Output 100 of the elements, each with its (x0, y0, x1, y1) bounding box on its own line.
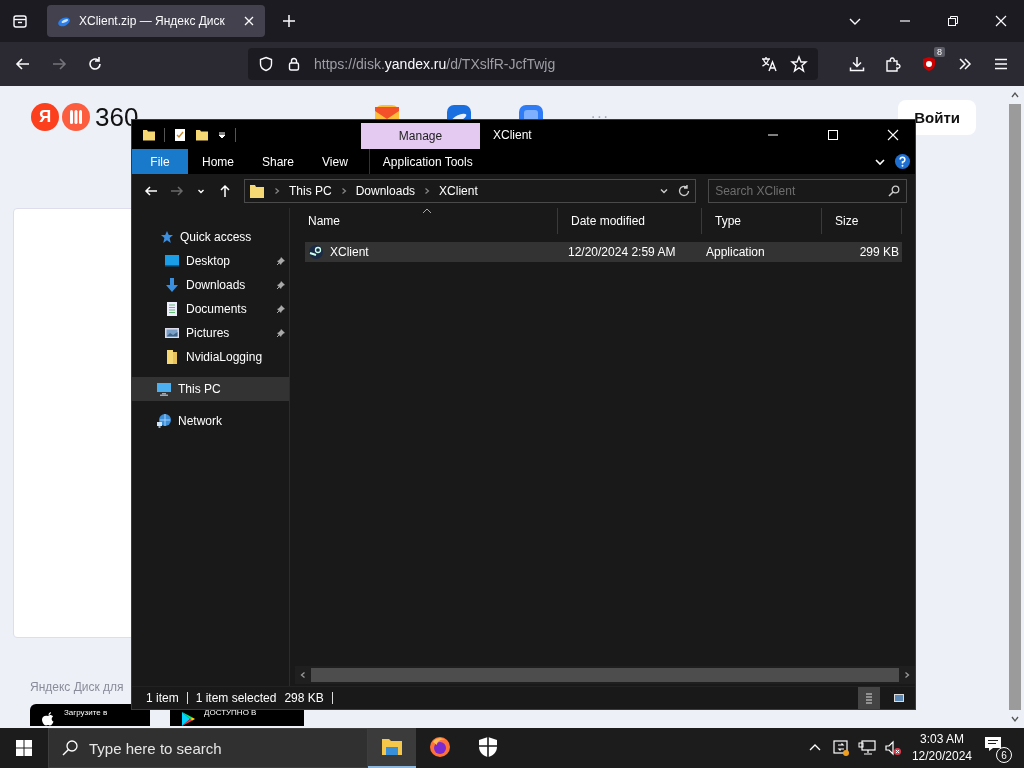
item-count: 1 item (146, 691, 179, 705)
tab-list-icon[interactable] (12, 13, 28, 29)
context-tab[interactable]: Manage (361, 123, 480, 149)
scroll-down-icon[interactable] (1010, 714, 1020, 724)
selection-size: 298 KB (284, 691, 324, 705)
restore-icon[interactable] (947, 15, 959, 27)
nav-item[interactable]: Documents (132, 297, 289, 321)
nav-item[interactable]: Quick access (132, 225, 289, 249)
download-icon (164, 277, 180, 293)
shield-extension-icon[interactable] (920, 55, 938, 73)
nav-item[interactable]: Pictures (132, 321, 289, 345)
desktop-icon (164, 253, 180, 269)
ribbon-tab[interactable]: Share (248, 149, 309, 174)
customize-icon[interactable] (217, 129, 227, 140)
back-icon[interactable] (144, 184, 158, 198)
search-icon (61, 739, 79, 757)
picture-icon (164, 325, 180, 341)
logo-icon[interactable] (62, 103, 90, 131)
close-icon[interactable] (887, 128, 899, 141)
network-icon (156, 413, 172, 429)
details-view-icon (863, 692, 875, 704)
window-title: XClient (493, 127, 532, 142)
footer-text: Яндекс Диск для (30, 680, 125, 694)
up-icon[interactable] (218, 184, 232, 198)
close-icon[interactable] (995, 15, 1007, 27)
document-icon (164, 301, 180, 317)
nav-item[interactable]: Downloads (132, 273, 289, 297)
scroll-right-icon[interactable] (903, 671, 911, 679)
disk-favicon-icon (57, 14, 71, 28)
folder-icon (249, 183, 265, 199)
help-icon[interactable] (894, 153, 911, 170)
chevron-right-icon[interactable] (339, 187, 348, 195)
large-icons-view-icon (893, 692, 905, 704)
breadcrumb-item[interactable]: XClient (439, 184, 478, 198)
ribbon-tab[interactable]: View (308, 149, 362, 174)
folder-icon[interactable] (142, 127, 156, 142)
taskbar-app[interactable] (368, 728, 416, 768)
folder-icon (164, 349, 180, 365)
forward-icon[interactable] (170, 184, 184, 198)
browser-tab[interactable]: XClient.zip — Яндекс Диск (47, 5, 265, 37)
column-header[interactable]: Name (295, 208, 558, 234)
start-icon[interactable] (16, 740, 32, 756)
breadcrumb-item[interactable]: This PC (289, 184, 332, 198)
extension-badge: 8 (934, 47, 945, 57)
column-header[interactable]: Size (822, 208, 902, 234)
ribbon-tab[interactable]: Home (188, 149, 248, 174)
file-date: 12/20/2024 2:59 AM (567, 245, 677, 259)
lock-icon[interactable] (286, 56, 302, 72)
dropdown-icon[interactable] (659, 186, 670, 196)
breadcrumb-item[interactable]: Downloads (355, 184, 416, 198)
notifications-icon[interactable] (984, 735, 1002, 753)
file-type: Application (705, 245, 766, 259)
new-folder-icon[interactable] (195, 127, 209, 142)
translate-icon[interactable] (760, 55, 778, 73)
browser-icon (429, 736, 451, 758)
scrollbar-thumb[interactable] (1009, 104, 1021, 710)
new-tab-icon[interactable] (281, 13, 297, 29)
address-bar[interactable]: This PC Downloads XClient (244, 179, 697, 203)
column-header[interactable]: Date modified (558, 208, 702, 234)
download-icon[interactable] (848, 55, 866, 73)
reload-icon[interactable] (86, 55, 104, 73)
sync-icon[interactable] (831, 739, 850, 757)
file-name: XClient (330, 245, 369, 259)
chevron-right-icon[interactable] (423, 187, 432, 195)
column-header[interactable]: Type (702, 208, 822, 234)
network-icon[interactable] (857, 739, 876, 757)
close-icon[interactable] (243, 15, 255, 27)
chevron-right-icon[interactable] (273, 187, 281, 195)
refresh-icon[interactable] (677, 184, 692, 198)
scrollbar-thumb[interactable] (311, 668, 899, 682)
nav-item[interactable]: Network (132, 409, 289, 433)
search-field[interactable]: Search XClient (715, 184, 888, 198)
selection-status: 1 item selected (195, 691, 277, 705)
nav-item[interactable]: NvidiaLogging (132, 345, 289, 369)
search-box[interactable]: Search XClient (708, 179, 907, 203)
folder-icon (381, 736, 403, 758)
properties-icon[interactable] (173, 127, 187, 142)
file-size: 299 KB (858, 245, 900, 259)
maximize-icon[interactable] (827, 128, 839, 141)
search-icon (888, 185, 900, 197)
address-bar[interactable]: https://disk.yandex.ru/d/TXslfR-JcfTwjg (248, 48, 818, 80)
app-icon (308, 244, 324, 260)
clock-time[interactable]: 3:03 AM (919, 731, 964, 748)
ribbon-tab[interactable]: File (132, 149, 188, 174)
volume-muted-icon[interactable] (883, 739, 902, 757)
store-badge[interactable]: Загрузите в (30, 704, 150, 726)
clock-date[interactable]: 12/20/2024 (911, 748, 972, 765)
nav-item[interactable]: Desktop (132, 249, 289, 273)
file-row[interactable]: XClient 12/20/2024 2:59 AM Application 299 KB (305, 242, 902, 262)
scroll-left-icon[interactable] (299, 671, 307, 679)
shield-icon[interactable] (258, 56, 274, 72)
nav-item[interactable]: This PC (132, 377, 289, 401)
star-icon (160, 230, 174, 244)
taskbar-search-field[interactable]: Type here to search (89, 739, 367, 757)
scroll-up-icon[interactable] (1010, 90, 1020, 100)
star-icon[interactable] (790, 55, 808, 73)
puzzle-icon[interactable] (884, 55, 902, 73)
computer-icon (156, 381, 172, 397)
logo-letter[interactable]: Я (31, 103, 59, 131)
taskbar-search-box[interactable]: Type here to search (48, 728, 368, 768)
